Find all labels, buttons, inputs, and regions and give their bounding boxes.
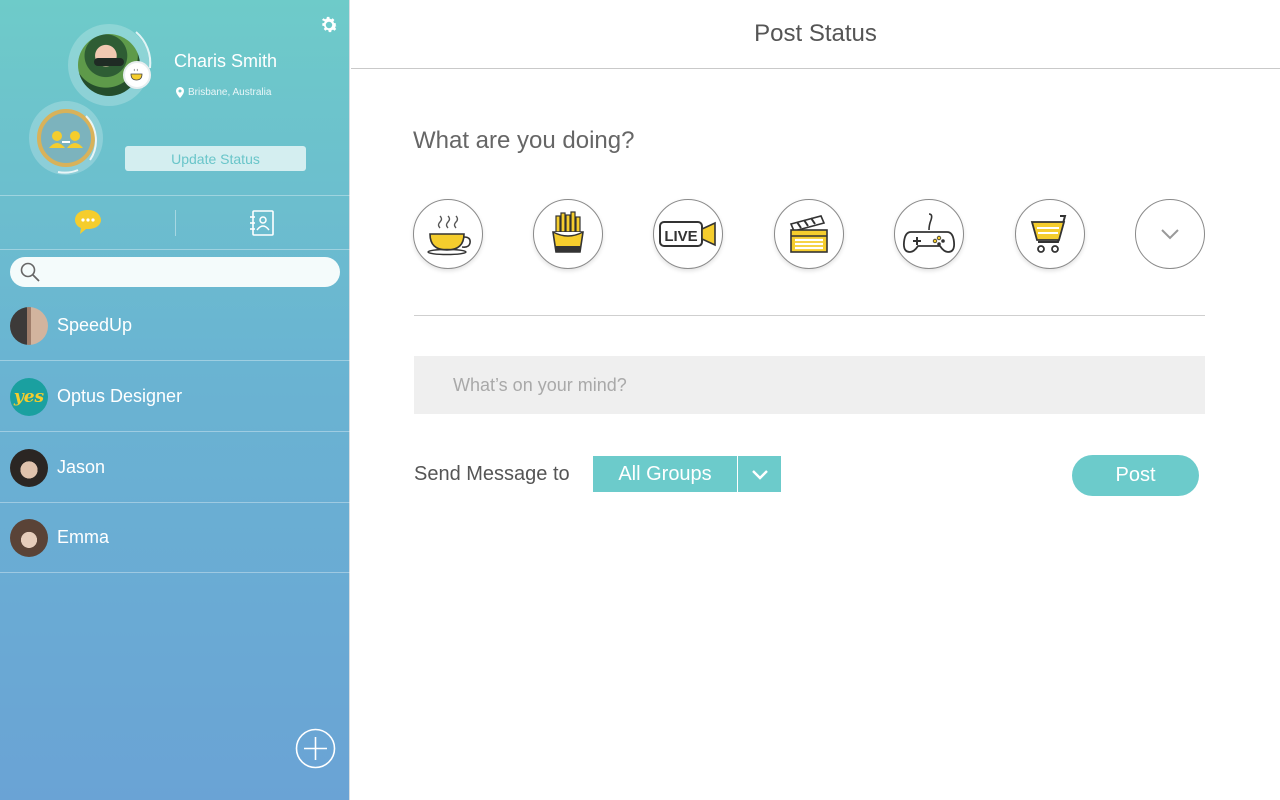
contact-name: SpeedUp <box>57 315 133 335</box>
shopping-cart-icon <box>1030 215 1067 253</box>
activity-question: What are you doing? <box>413 127 635 154</box>
contact-name: Emma <box>57 527 110 547</box>
avatar <box>10 518 48 557</box>
contact-name: Jason <box>57 457 106 477</box>
game-controller-icon <box>902 213 956 253</box>
coffee-cup-icon <box>130 68 143 81</box>
contact-item-emma[interactable]: Emma <box>0 503 350 573</box>
live-camera-icon: LIVE <box>659 221 716 247</box>
sidebar: Charis Smith Brisbane, Australia Update … <box>0 0 350 800</box>
contact-item-speedup[interactable]: SpeedUp <box>0 291 350 361</box>
profile-location: Brisbane, Australia <box>176 87 271 98</box>
page-title: Post Status <box>754 20 877 47</box>
search-icon <box>20 262 40 282</box>
contact-name: Optus Designer <box>57 386 183 406</box>
add-circle-icon[interactable] <box>295 728 336 769</box>
activity-food-button[interactable] <box>533 199 603 269</box>
recipient-group-dropdown[interactable]: All Groups <box>593 456 781 492</box>
activity-more-button[interactable] <box>1135 199 1205 269</box>
divider <box>414 315 1205 316</box>
search-bar[interactable] <box>10 257 340 287</box>
activity-shopping-button[interactable] <box>1015 199 1085 269</box>
send-message-label: Send Message to <box>414 463 570 485</box>
divider <box>0 249 350 250</box>
activity-coffee-button[interactable] <box>413 199 483 269</box>
activity-live-button[interactable]: LIVE <box>653 199 723 269</box>
fries-icon <box>552 211 584 253</box>
main-panel: Post Status What are you doing? LIVE Wha… <box>351 0 1280 800</box>
contact-item-jason[interactable]: Jason <box>0 433 350 503</box>
divider <box>0 195 350 196</box>
location-pin-icon <box>176 87 184 98</box>
chevron-down-icon <box>751 469 768 480</box>
contacts-book-icon[interactable] <box>248 208 276 238</box>
chevron-down-icon <box>1161 229 1179 240</box>
activity-movie-button[interactable] <box>774 199 844 269</box>
group-users-icon <box>29 101 103 175</box>
tab-separator <box>175 210 176 236</box>
gear-icon[interactable] <box>318 14 340 36</box>
coffee-cup-icon <box>427 215 471 256</box>
header: Post Status <box>351 0 1280 69</box>
status-message-input[interactable] <box>414 356 1205 414</box>
activity-game-button[interactable] <box>894 199 964 269</box>
chat-bubble-icon[interactable] <box>72 207 104 237</box>
coffee-status-badge <box>123 61 151 89</box>
avatar <box>10 306 48 345</box>
selected-group: All Groups <box>593 456 738 492</box>
clapperboard-icon <box>789 215 828 253</box>
location-text: Brisbane, Australia <box>188 87 272 98</box>
dropdown-toggle[interactable] <box>738 456 781 492</box>
update-status-button[interactable]: Update Status <box>125 146 306 171</box>
search-input[interactable] <box>46 264 326 280</box>
profile-name: Charis Smith <box>174 51 278 71</box>
post-button[interactable]: Post <box>1072 455 1199 496</box>
contact-item-optus-designer[interactable]: yes Optus Designer <box>0 362 350 432</box>
live-label: LIVE <box>664 228 697 245</box>
avatar: yes <box>10 377 48 416</box>
groups-avatar[interactable] <box>28 100 106 178</box>
avatar-logo-text: yes <box>13 386 45 407</box>
avatar <box>10 448 48 487</box>
